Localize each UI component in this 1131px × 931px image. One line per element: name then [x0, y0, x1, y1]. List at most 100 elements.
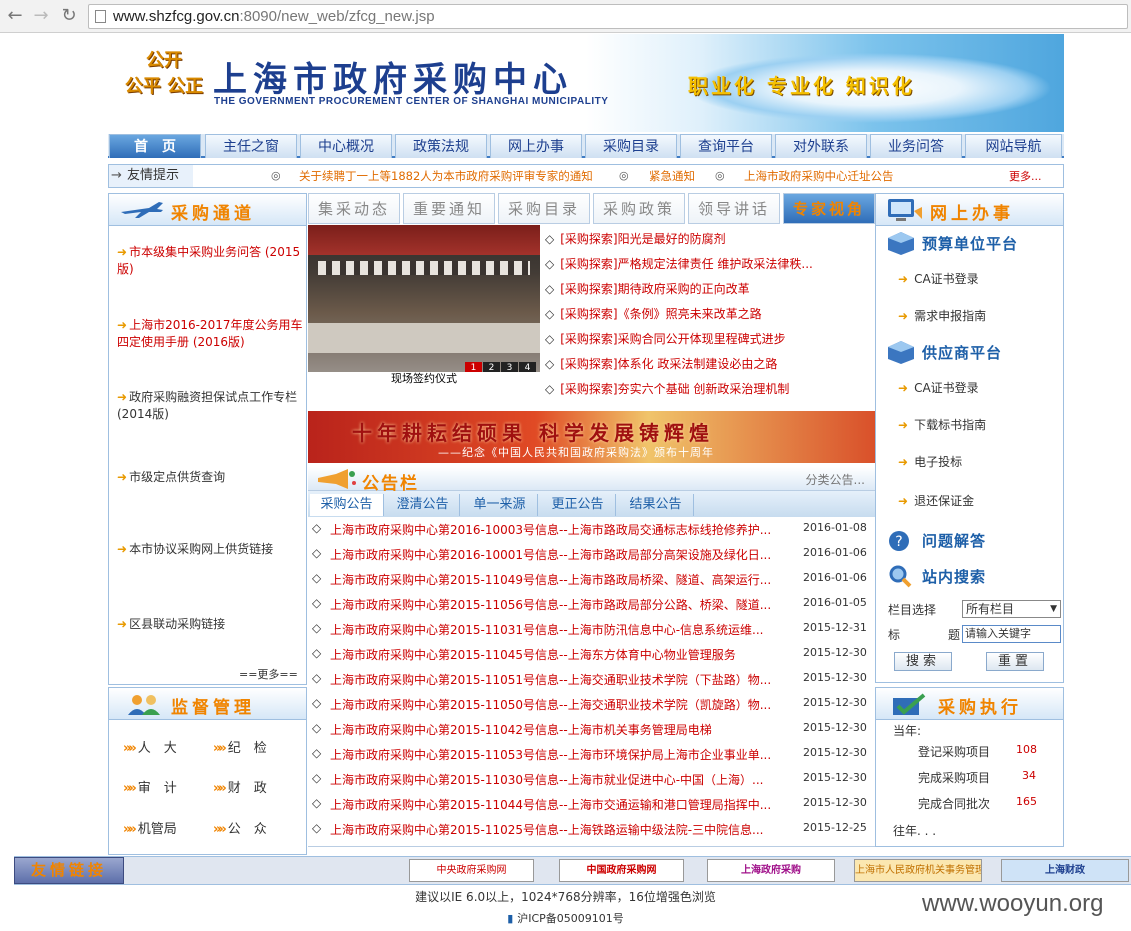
- ticker-item[interactable]: 紧急通知: [649, 165, 695, 187]
- bulletin-row[interactable]: ◇ 上海市政府采购中心第2015-11050号信息--上海交通职业技术学院（凯旋路…: [310, 696, 870, 721]
- nav-contact[interactable]: 对外联系: [775, 134, 867, 158]
- channel-item[interactable]: ➜ 本市协议采购网上供货链接: [117, 541, 307, 558]
- tab-correction[interactable]: 更正公告: [540, 494, 616, 516]
- supervision-link[interactable]: »» 公 众: [213, 818, 267, 837]
- nav-home[interactable]: 首 页: [109, 134, 201, 158]
- ticker-item[interactable]: 关于续聘丁一上等1882人为本市政府采购评审专家的通知: [299, 165, 593, 187]
- supervision-link[interactable]: »» 审 计: [123, 777, 177, 796]
- tab-result[interactable]: 结果公告: [618, 494, 694, 516]
- notice-ticker: 友情提示 ◎ 关于续聘丁一上等1882人为本市政府采购评审专家的通知 ◎ 紧急通…: [108, 164, 1064, 188]
- tab-catalog[interactable]: 采购目录: [498, 193, 590, 224]
- nav-policy[interactable]: 政策法规: [395, 134, 487, 158]
- supervision-link[interactable]: »» 机管局: [123, 818, 177, 837]
- expert-item[interactable]: [采购探索]严格规定法律责任 维护政采法律秩...: [545, 255, 870, 272]
- diamond-icon: ◇: [312, 596, 322, 610]
- bulletin-row[interactable]: ◇ 上海市政府采购中心第2016-10003号信息--上海市路政局交通标志标线抢修…: [310, 521, 870, 546]
- expert-item[interactable]: [采购探索]阳光是最好的防腐剂: [545, 230, 870, 247]
- bulletin-row[interactable]: ◇ 上海市政府采购中心第2015-11042号信息--上海市机关事务管理局电梯 20…: [310, 721, 870, 746]
- back-icon[interactable]: ←: [4, 5, 26, 27]
- channel-item[interactable]: ➜ 市本级集中采购业务问答 (2015版): [117, 244, 307, 278]
- channel-item[interactable]: ➜ 区县联动采购链接: [117, 616, 307, 633]
- anniversary-banner[interactable]: 十年耕耘结硕果 科学发展铸辉煌 ——纪念《中国人民共和国政府采购法》颁布十周年: [308, 411, 875, 463]
- keyword-input[interactable]: 请输入关键字: [962, 625, 1061, 643]
- e-bidding-link[interactable]: ➜ 电子投标: [898, 453, 962, 470]
- bulletin-row[interactable]: ◇ 上海市政府采购中心第2015-11044号信息--上海市交通运输和港口管理局指…: [310, 796, 870, 821]
- supplier-platform-title[interactable]: 供应商平台: [922, 342, 1002, 363]
- bulletin-row[interactable]: ◇ 上海市政府采购中心第2015-11056号信息--上海市路政局部分公路、桥梁、…: [310, 596, 870, 621]
- logo-line-2: 公平 公正: [124, 76, 204, 97]
- bulletin-more-link[interactable]: 分类公告...: [806, 471, 865, 488]
- bulletin-row[interactable]: ◇ 上海市政府采购中心第2015-11053号信息--上海市环境保护局上海市企业事…: [310, 746, 870, 771]
- exec-row-value: 108: [1016, 743, 1037, 756]
- bulletin-row[interactable]: ◇ 上海市政府采购中心第2015-11031号信息--上海市防汛信息中心-信息系统…: [310, 621, 870, 646]
- bulletin-row[interactable]: ◇ 上海市政府采购中心第2015-11049号信息--上海市路政局桥梁、隧道、高架…: [310, 571, 870, 596]
- reload-icon[interactable]: ↻: [58, 5, 80, 27]
- column-select[interactable]: 所有栏目 ▼: [962, 600, 1061, 618]
- requirement-guide-link[interactable]: ➜ 需求申报指南: [898, 307, 986, 324]
- qa-title[interactable]: 问题解答: [922, 530, 986, 551]
- friend-link[interactable]: 中央政府采购网: [409, 859, 534, 882]
- refund-deposit-link[interactable]: ➜ 退还保证金: [898, 492, 974, 509]
- channel-more-link[interactable]: ==更多==: [239, 666, 298, 682]
- nav-query[interactable]: 查询平台: [680, 134, 772, 158]
- column-select-label: 栏目选择: [888, 603, 937, 617]
- bulletin-row-date: 2016-01-06: [803, 546, 867, 559]
- tab-important-notice[interactable]: 重要通知: [403, 193, 495, 224]
- supervision-link[interactable]: »» 人 大: [123, 737, 177, 756]
- bulletin-row[interactable]: ◇ 上海市政府采购中心第2015-11051号信息--上海交通职业技术学院（下盐路…: [310, 671, 870, 696]
- nav-director[interactable]: 主任之窗: [205, 134, 297, 158]
- friend-link[interactable]: 上海财政: [1001, 859, 1129, 882]
- address-bar[interactable]: www.shzfcg.gov.cn:8090/new_web/zfcg_new.…: [88, 4, 1128, 29]
- ticker-label: 友情提示: [109, 165, 193, 187]
- airplane-icon: [121, 202, 163, 218]
- expert-item[interactable]: [采购探索]体系化 政采法制建设必由之路: [545, 355, 870, 372]
- bulletin-row[interactable]: ◇ 上海市政府采购中心第2016-10001号信息--上海市路政局部分高架设施及绿…: [310, 546, 870, 571]
- nav-catalog[interactable]: 采购目录: [585, 134, 677, 158]
- page-icon: [95, 10, 106, 23]
- diamond-icon: ◇: [312, 621, 322, 635]
- channel-item[interactable]: ➜ 市级定点供货查询: [117, 469, 307, 486]
- supervision-link[interactable]: »» 纪 检: [213, 737, 267, 756]
- tab-speeches[interactable]: 领导讲话: [688, 193, 780, 224]
- expert-item[interactable]: [采购探索]夯实六个基础 创新政采治理机制: [545, 380, 870, 397]
- bulletin-row[interactable]: ◇ 上海市政府采购中心第2015-11030号信息--上海市就业促进中心-中国（上…: [310, 771, 870, 796]
- nav-sitemap[interactable]: 网站导航: [965, 134, 1062, 158]
- friend-link[interactable]: 上海政府采购: [707, 859, 835, 882]
- budget-platform-title[interactable]: 预算单位平台: [922, 233, 1018, 254]
- download-tender-guide-link[interactable]: ➜ 下载标书指南: [898, 416, 986, 433]
- supervision-label: 纪 检: [227, 741, 267, 756]
- friend-link[interactable]: 上海市人民政府机关事务管理局: [854, 859, 982, 882]
- expert-item[interactable]: [采购探索]采购合同公开体现里程碑式进步: [545, 330, 870, 347]
- expert-item[interactable]: [采购探索]期待政府采购的正向改革: [545, 280, 870, 297]
- search-button[interactable]: 搜索: [894, 652, 952, 671]
- past-years-link[interactable]: 往年. . .: [893, 822, 936, 839]
- tab-single-source[interactable]: 单一来源: [462, 494, 538, 516]
- channel-item[interactable]: ➜ 政府采购融资担保试点工作专栏 (2014版): [117, 389, 307, 423]
- exec-row-label: 完成采购项目: [918, 771, 991, 785]
- bulletin-row-date: 2015-12-30: [803, 646, 867, 659]
- svg-text:?: ?: [895, 534, 902, 550]
- expert-item[interactable]: [采购探索]《条例》照亮未来改革之路: [545, 305, 870, 322]
- channel-item[interactable]: ➜ 上海市2016-2017年度公务用车四定使用手册 (2016版): [117, 317, 307, 351]
- friend-link[interactable]: 中国政府采购网: [559, 859, 684, 882]
- ticker-item[interactable]: 上海市政府采购中心迁址公告: [744, 165, 894, 187]
- tab-procurement-news[interactable]: 集采动态: [308, 193, 400, 224]
- nav-qa[interactable]: 业务问答: [870, 134, 962, 158]
- tab-procurement-notice[interactable]: 采购公告: [310, 494, 384, 516]
- tab-clarification[interactable]: 澄清公告: [386, 494, 460, 516]
- forward-icon[interactable]: →: [30, 5, 52, 27]
- news-slideshow[interactable]: 1234 现场签约仪式: [308, 225, 540, 385]
- ticker-more-link[interactable]: 更多...: [1009, 168, 1042, 184]
- bulletin-row[interactable]: ◇ 上海市政府采购中心第2015-11045号信息--上海东方体育中心物业管理服务…: [310, 646, 870, 671]
- site-logo[interactable]: 公开 公平 公正: [124, 48, 204, 118]
- site-subtitle: THE GOVERNMENT PROCUREMENT CENTER OF SHA…: [214, 96, 609, 107]
- tab-policy[interactable]: 采购政策: [593, 193, 685, 224]
- tab-expert-view[interactable]: 专家视角: [783, 193, 875, 224]
- nav-online[interactable]: 网上办事: [490, 134, 582, 158]
- bulletin-row[interactable]: ◇ 上海市政府采购中心第2015-11025号信息--上海铁路运输中级法院-三中院…: [310, 821, 870, 846]
- supplier-ca-login-link[interactable]: ➜ CA证书登录: [898, 379, 979, 396]
- budget-ca-login-link[interactable]: ➜ CA证书登录: [898, 270, 979, 287]
- supervision-link[interactable]: »» 财 政: [213, 777, 267, 796]
- reset-button[interactable]: 重置: [986, 652, 1044, 671]
- nav-overview[interactable]: 中心概况: [300, 134, 392, 158]
